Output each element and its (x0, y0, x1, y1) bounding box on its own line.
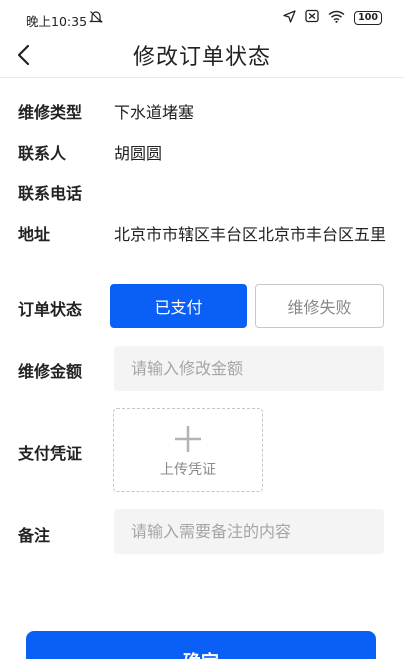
status-paid-button[interactable]: 已支付 (110, 284, 247, 328)
plus-icon (175, 426, 201, 452)
upload-voucher-button[interactable]: 上传凭证 (113, 408, 263, 492)
screen: 晚上10:35 100 修改订单状态 维修类型 下水道堵塞 联系人 胡圆圆 联系… (0, 0, 404, 659)
repair-type-value: 下水道堵塞 (114, 103, 195, 122)
order-status-label: 订单状态 (18, 300, 83, 319)
battery-icon: 100 (354, 10, 382, 25)
address-value: 北京市市辖区丰台区北京市丰台区五里 (114, 225, 387, 244)
header: 修改订单状态 (0, 34, 404, 78)
address-label: 地址 (18, 225, 51, 244)
wifi-icon (328, 10, 345, 26)
sim-off-icon (305, 9, 319, 26)
page-title: 修改订单状态 (132, 45, 271, 70)
status-bar: 晚上10:35 100 (0, 0, 404, 34)
remark-input[interactable] (114, 509, 384, 554)
contact-value: 胡圆圆 (114, 144, 163, 163)
amount-label: 维修金额 (18, 362, 83, 381)
amount-input[interactable] (114, 346, 384, 391)
contact-label: 联系人 (18, 144, 67, 163)
location-arrow-icon (283, 9, 296, 26)
confirm-button[interactable]: 确定 (26, 631, 376, 659)
upload-voucher-label: 上传凭证 (160, 462, 216, 478)
repair-type-label: 维修类型 (18, 103, 83, 122)
battery-level: 100 (358, 11, 378, 23)
voucher-label: 支付凭证 (18, 444, 83, 463)
status-icons: 100 (283, 9, 382, 26)
status-time: 晚上10:35 (26, 14, 88, 29)
phone-label: 联系电话 (18, 184, 83, 203)
mute-icon (88, 9, 104, 28)
remark-label: 备注 (18, 526, 51, 545)
status-failed-button[interactable]: 维修失败 (255, 284, 384, 328)
